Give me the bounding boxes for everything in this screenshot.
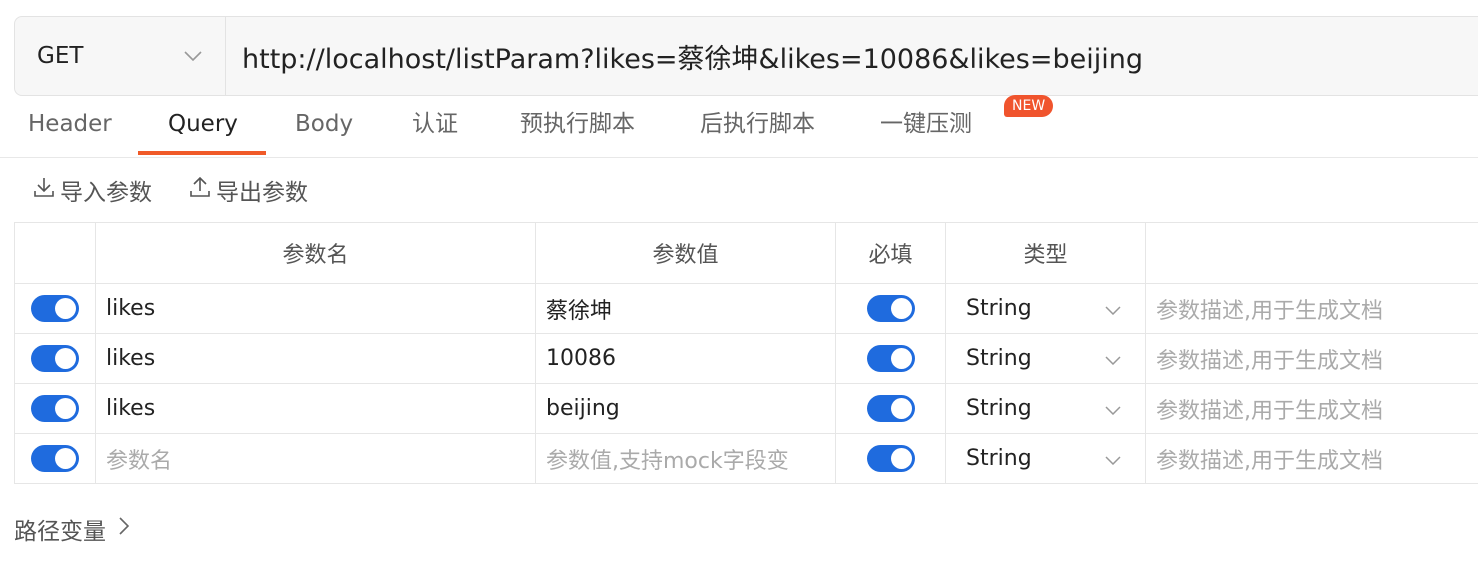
chevron-down-icon: [1105, 446, 1121, 471]
upload-icon: [188, 175, 216, 205]
tab-pre-script[interactable]: 预执行脚本: [520, 96, 635, 156]
request-url-bar: GET: [14, 16, 1478, 96]
required-toggle[interactable]: [866, 445, 915, 472]
enable-toggle[interactable]: [31, 445, 79, 472]
request-tabs: Header Query Body 认证 预执行脚本 后执行脚本 一键压测: [0, 96, 1478, 158]
query-params-table: 参数名 参数值 必填 类型 likes 蔡徐坤 String 参数描述,用于生成…: [14, 222, 1478, 484]
import-params-label: 导入参数: [60, 180, 152, 206]
table-row: likes beijing String 参数描述,用于生成文档: [15, 384, 1478, 434]
header-required: 必填: [836, 223, 946, 283]
header-param-value: 参数值: [536, 223, 836, 283]
active-tab-indicator: [138, 151, 266, 155]
tab-header[interactable]: Header: [28, 96, 112, 156]
table-row: likes 蔡徐坤 String 参数描述,用于生成文档: [15, 284, 1478, 334]
table-row: likes 10086 String 参数描述,用于生成文档: [15, 334, 1478, 384]
description-cell[interactable]: 参数描述,用于生成文档: [1146, 284, 1478, 333]
param-name-cell[interactable]: likes: [96, 284, 536, 333]
chevron-down-icon: [183, 46, 203, 66]
type-select[interactable]: String: [946, 434, 1146, 483]
new-param-row: 参数名 参数值,支持mock字段变 String 参数描述,用于生成文档: [15, 434, 1478, 484]
tab-auth[interactable]: 认证: [412, 96, 458, 156]
required-toggle[interactable]: [866, 295, 915, 322]
url-input[interactable]: [226, 17, 1478, 95]
export-params-button[interactable]: 导出参数: [188, 173, 308, 207]
param-value-input[interactable]: 参数值,支持mock字段变: [536, 434, 836, 483]
required-toggle[interactable]: [866, 395, 915, 422]
header-param-name: 参数名: [96, 223, 536, 283]
type-select[interactable]: String: [946, 384, 1146, 433]
tab-load-test[interactable]: 一键压测: [880, 96, 972, 156]
param-value-cell[interactable]: 蔡徐坤: [536, 284, 836, 333]
type-label: String: [966, 346, 1032, 371]
param-name-cell[interactable]: likes: [96, 334, 536, 383]
description-cell[interactable]: 参数描述,用于生成文档: [1146, 334, 1478, 383]
params-toolbar: 导入参数 导出参数: [32, 172, 344, 208]
description-input[interactable]: 参数描述,用于生成文档: [1146, 434, 1478, 483]
tab-body[interactable]: Body: [295, 96, 353, 156]
enable-toggle[interactable]: [31, 295, 79, 322]
table-header-row: 参数名 参数值 必填 类型: [15, 223, 1478, 284]
header-type: 类型: [946, 223, 1146, 283]
method-label: GET: [37, 43, 84, 69]
enable-toggle[interactable]: [31, 345, 79, 372]
type-label: String: [966, 446, 1032, 471]
header-description: [1146, 223, 1478, 283]
export-params-label: 导出参数: [216, 180, 308, 206]
tab-query[interactable]: Query: [168, 96, 238, 156]
param-name-cell[interactable]: likes: [96, 384, 536, 433]
method-select[interactable]: GET: [15, 17, 226, 95]
param-name-input[interactable]: 参数名: [96, 434, 536, 483]
enable-toggle[interactable]: [31, 395, 79, 422]
chevron-down-icon: [1105, 346, 1121, 371]
path-variables-label: 路径变量: [14, 519, 106, 545]
tab-post-script[interactable]: 后执行脚本: [700, 96, 815, 156]
description-cell[interactable]: 参数描述,用于生成文档: [1146, 384, 1478, 433]
path-variables-toggle[interactable]: 路径变量: [14, 512, 130, 546]
chevron-down-icon: [1105, 296, 1121, 321]
chevron-right-icon: [106, 516, 130, 542]
type-select[interactable]: String: [946, 334, 1146, 383]
required-toggle[interactable]: [866, 345, 915, 372]
type-label: String: [966, 396, 1032, 421]
param-value-cell[interactable]: beijing: [536, 384, 836, 433]
download-icon: [32, 175, 60, 205]
import-params-button[interactable]: 导入参数: [32, 173, 152, 207]
param-value-cell[interactable]: 10086: [536, 334, 836, 383]
new-badge: NEW: [1004, 95, 1054, 117]
type-select[interactable]: String: [946, 284, 1146, 333]
header-enabled: [15, 223, 96, 283]
type-label: String: [966, 296, 1032, 321]
chevron-down-icon: [1105, 396, 1121, 421]
